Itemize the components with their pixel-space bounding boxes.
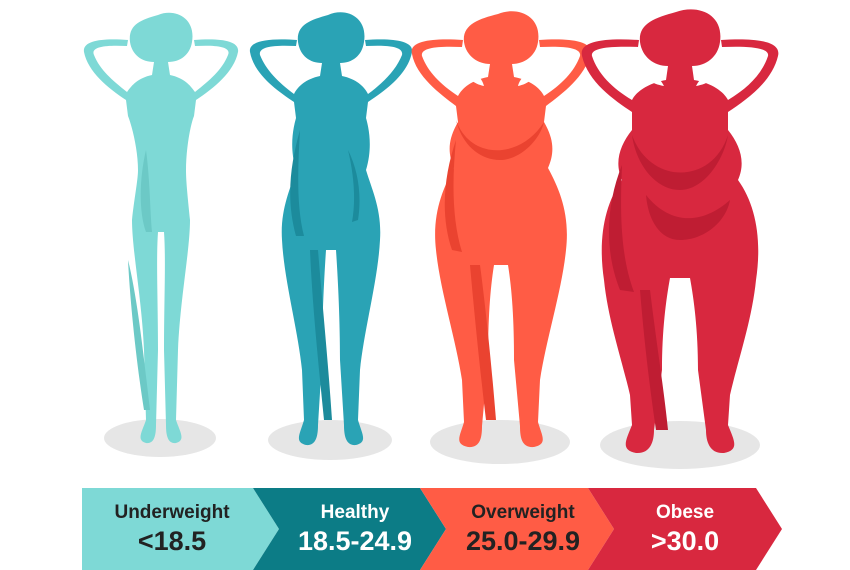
figure-healthy: [249, 12, 413, 446]
bmi-scale-bar: Underweight <18.5 Healthy 18.5-24.9 Over…: [0, 488, 850, 570]
category-range: >30.0: [650, 526, 720, 556]
figure-underweight: [83, 12, 239, 444]
category-name: Obese: [655, 502, 715, 523]
shadow-underweight: [104, 419, 216, 457]
body-silhouettes: [83, 9, 779, 469]
category-range: 18.5-24.9: [297, 526, 413, 556]
category-name: Healthy: [320, 502, 390, 523]
figure-overweight: [411, 11, 591, 448]
figure-obese: [581, 9, 779, 454]
shadow-healthy: [268, 420, 392, 460]
segment-obese: Obese >30.0: [605, 488, 765, 570]
segment-underweight: Underweight <18.5: [82, 488, 262, 570]
category-range: <18.5: [137, 526, 207, 556]
category-range: 25.0-29.9: [465, 526, 581, 556]
segment-healthy: Healthy 18.5-24.9: [270, 488, 440, 570]
segment-overweight: Overweight 25.0-29.9: [437, 488, 609, 570]
category-name: Overweight: [471, 502, 575, 523]
shadow-overweight: [430, 420, 570, 464]
category-name: Underweight: [114, 502, 230, 523]
shadow-obese: [600, 421, 760, 469]
